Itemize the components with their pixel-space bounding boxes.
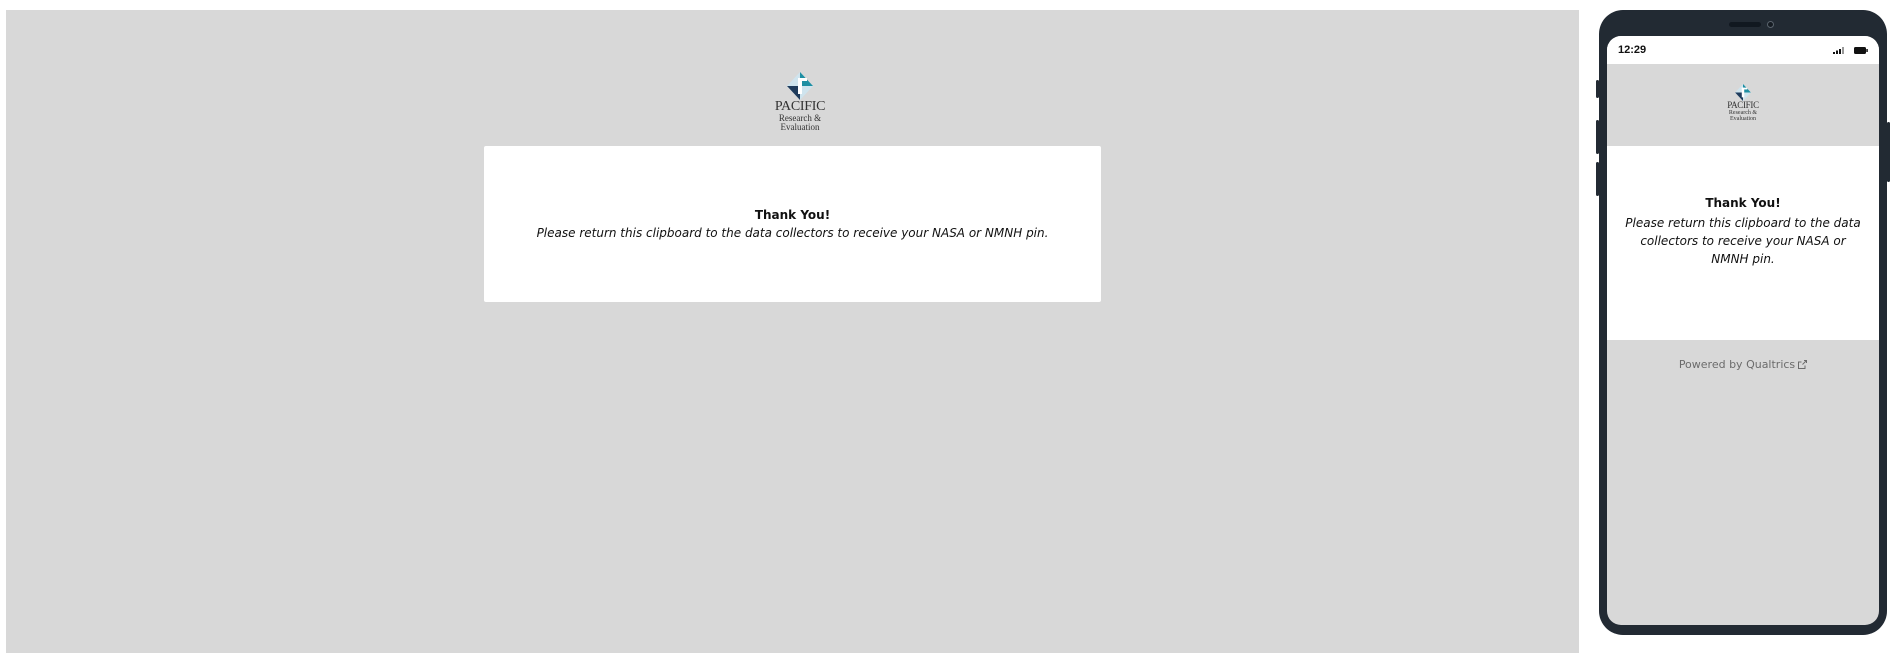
phone-screen[interactable]: 12:29 PACIFIC Research & Evaluation Than… xyxy=(1607,36,1879,625)
battery-icon xyxy=(1854,47,1868,54)
logo-line-1: PACIFIC xyxy=(774,99,826,114)
pacific-logo-icon xyxy=(1735,84,1751,101)
phone-camera xyxy=(1767,21,1774,28)
mobile-survey-logo: PACIFIC Research & Evaluation xyxy=(1719,84,1767,122)
logo-line-3: Evaluation xyxy=(1730,116,1756,122)
status-time: 12:29 xyxy=(1618,44,1647,56)
thank-you-title: Thank You! xyxy=(754,208,831,222)
mobile-end-of-survey-card: Thank You! Please return this clipboard … xyxy=(1607,146,1879,340)
mobile-thank-you-message: Please return this clipboard to the data… xyxy=(1625,216,1861,266)
mobile-preview: 12:29 PACIFIC Research & Evaluation Than… xyxy=(1596,10,1890,635)
status-bar: 12:29 xyxy=(1607,36,1879,64)
phone-speaker xyxy=(1729,22,1761,27)
mobile-thank-you-title: Thank You! xyxy=(1705,196,1781,210)
powered-by-label[interactable]: Powered by Qualtrics xyxy=(1679,358,1795,371)
logo-line-3: Evaluation xyxy=(780,122,820,132)
logo-line-1: PACIFIC xyxy=(1727,100,1759,110)
phone-power-button xyxy=(1887,122,1890,182)
phone-side-button xyxy=(1596,80,1599,98)
thank-you-message: Please return this clipboard to the data… xyxy=(536,226,1049,240)
survey-logo: PACIFIC Research & Evaluation xyxy=(770,72,830,144)
signal-icon xyxy=(1833,47,1844,54)
powered-by-qualtrics-link[interactable]: Powered by Qualtrics xyxy=(1607,358,1879,371)
desktop-preview: PACIFIC Research & Evaluation Thank You!… xyxy=(6,10,1579,653)
pacific-logo-icon xyxy=(787,72,813,100)
phone-volume-up-button xyxy=(1596,120,1599,154)
external-link-icon xyxy=(1798,360,1808,369)
end-of-survey-card: Thank You! Please return this clipboard … xyxy=(484,146,1101,302)
phone-volume-down-button xyxy=(1596,162,1599,196)
